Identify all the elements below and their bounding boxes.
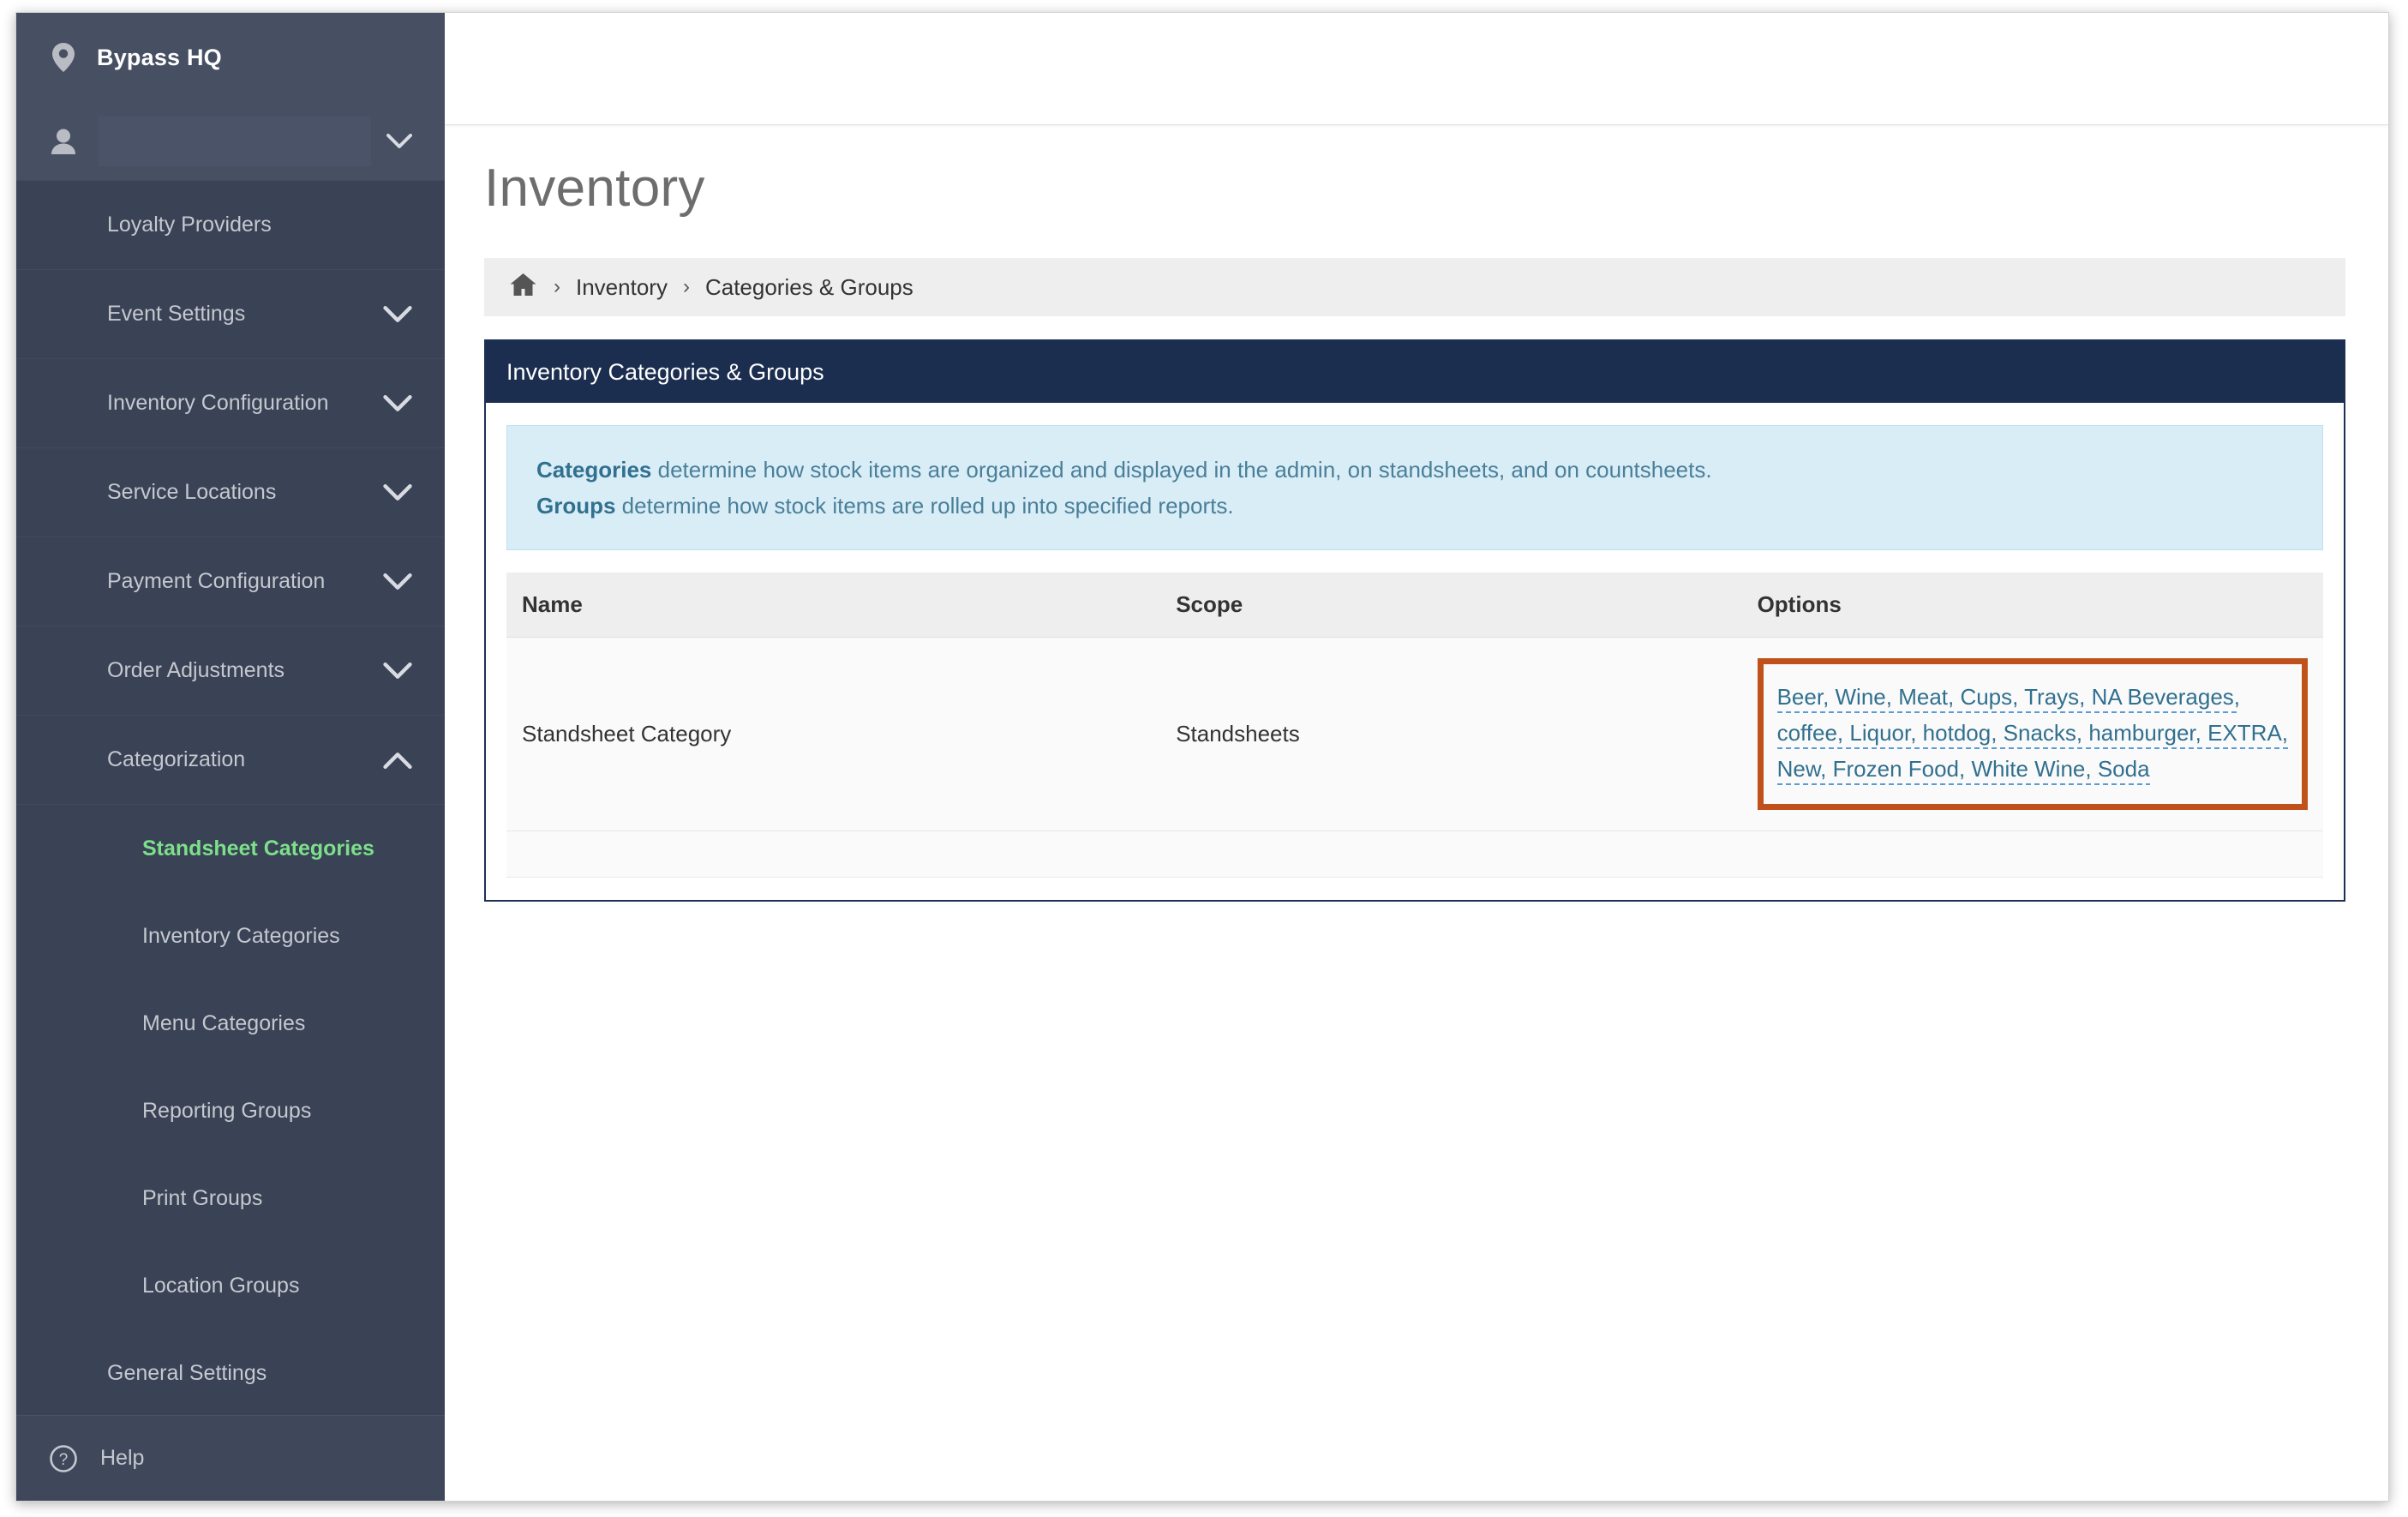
sidebar-subitem-label: Standsheet Categories	[142, 836, 374, 860]
info-line-groups: Groups determine how stock items are rol…	[536, 488, 2293, 524]
sidebar-item-menu-categories[interactable]: Menu Categories	[16, 980, 445, 1067]
sidebar-item-help[interactable]: ? Help	[16, 1415, 445, 1501]
sidebar-item-reporting-groups[interactable]: Reporting Groups	[16, 1067, 445, 1154]
content-area: Inventory › Inventory › Categories & Gro…	[445, 158, 2388, 902]
chevron-down-icon[interactable]	[383, 394, 412, 412]
home-icon[interactable]	[510, 273, 536, 303]
page-title: Inventory	[484, 159, 705, 218]
sidebar-item-label: Order Adjustments	[107, 658, 285, 682]
sidebar-subitem-label: Menu Categories	[142, 1010, 306, 1035]
sidebar-item-label: Payment Configuration	[107, 569, 326, 593]
column-header-options: Options	[1741, 573, 2323, 639]
sidebar-item-standsheet-categories[interactable]: Standsheet Categories	[16, 805, 445, 892]
map-pin-icon	[52, 43, 75, 72]
chevron-down-icon[interactable]	[383, 662, 412, 680]
chevron-down-icon[interactable]	[386, 133, 412, 149]
application-window: Bypass HQ Loyalty Providers Event Settin…	[15, 12, 2389, 1502]
spacer-cell	[1741, 830, 2323, 878]
svg-text:?: ?	[59, 1451, 69, 1469]
sidebar-item-categorization[interactable]: Categorization	[16, 716, 445, 805]
breadcrumb-separator: ›	[682, 275, 690, 298]
sidebar-navigation: Loyalty Providers Event Settings Invento…	[16, 181, 445, 1418]
categories-table: Name Scope Options Standsheet Category S…	[506, 573, 2323, 878]
sidebar-user-selector[interactable]	[16, 102, 445, 181]
cell-options: Beer, Wine, Meat, Cups, Trays, NA Bevera…	[1741, 637, 2323, 831]
sidebar-brand[interactable]: Bypass HQ	[16, 13, 445, 102]
sidebar-item-payment-configuration[interactable]: Payment Configuration	[16, 537, 445, 627]
sidebar-subitem-label: Location Groups	[142, 1273, 300, 1298]
chevron-up-icon[interactable]	[383, 752, 412, 769]
table-header-row: Name Scope Options	[506, 573, 2323, 639]
sidebar-brand-label: Bypass HQ	[97, 44, 222, 70]
inventory-categories-card: Inventory Categories & Groups Categories…	[484, 339, 2345, 902]
card-body: Categories determine how stock items are…	[486, 403, 2344, 900]
info-alert: Categories determine how stock items are…	[506, 425, 2323, 551]
sidebar-item-print-groups[interactable]: Print Groups	[16, 1154, 445, 1242]
chevron-down-icon[interactable]	[383, 573, 412, 591]
info-groups-text: determine how stock items are rolled up …	[615, 493, 1234, 519]
sidebar-subitem-label: Inventory Categories	[142, 923, 340, 948]
sidebar-item-label: Categorization	[107, 747, 246, 771]
main-content: Inventory › Inventory › Categories & Gro…	[445, 13, 2388, 1501]
breadcrumb-separator: ›	[554, 275, 560, 298]
sidebar-item-label: Service Locations	[107, 480, 277, 504]
sidebar-item-location-groups[interactable]: Location Groups	[16, 1242, 445, 1329]
user-icon	[51, 128, 76, 155]
sidebar-subitem-label: Print Groups	[142, 1185, 263, 1210]
sidebar-item-event-settings[interactable]: Event Settings	[16, 270, 445, 359]
info-groups-label: Groups	[536, 493, 616, 519]
table-body: Standsheet Category Standsheets Beer, Wi…	[506, 637, 2323, 878]
column-header-name: Name	[506, 573, 1161, 639]
sidebar-item-order-adjustments[interactable]: Order Adjustments	[16, 627, 445, 716]
spacer-cell	[506, 830, 1161, 878]
sidebar-item-general-settings[interactable]: General Settings	[16, 1329, 445, 1418]
info-categories-text: determine how stock items are organized …	[651, 457, 1712, 483]
chevron-down-icon[interactable]	[383, 483, 412, 501]
chevron-down-icon[interactable]	[383, 305, 412, 323]
options-link[interactable]: Beer, Wine, Meat, Cups, Trays, NA Bevera…	[1776, 684, 2289, 786]
question-circle-icon: ?	[49, 1444, 78, 1473]
sidebar-item-label: General Settings	[107, 1361, 267, 1385]
table-spacer-row	[506, 830, 2323, 878]
info-categories-label: Categories	[536, 457, 652, 483]
sidebar-item-label: Event Settings	[107, 302, 246, 326]
sidebar-help-label: Help	[100, 1446, 145, 1470]
sidebar-item-label: Loyalty Providers	[107, 213, 272, 237]
sidebar-item-service-locations[interactable]: Service Locations	[16, 448, 445, 537]
info-line-categories: Categories determine how stock items are…	[536, 452, 2293, 488]
top-bar	[445, 13, 2388, 125]
card-header: Inventory Categories & Groups	[486, 341, 2344, 403]
sidebar-item-inventory-categories[interactable]: Inventory Categories	[16, 892, 445, 980]
sidebar-item-loyalty-providers[interactable]: Loyalty Providers	[16, 181, 445, 270]
cell-scope: Standsheets	[1160, 637, 1742, 831]
table-row: Standsheet Category Standsheets Beer, Wi…	[506, 637, 2323, 831]
cell-name: Standsheet Category	[506, 637, 1161, 831]
table-head: Name Scope Options	[506, 573, 2323, 639]
options-highlight-box: Beer, Wine, Meat, Cups, Trays, NA Bevera…	[1757, 658, 2308, 810]
breadcrumb-item-inventory[interactable]: Inventory	[576, 274, 668, 301]
column-header-scope: Scope	[1160, 573, 1742, 639]
sidebar-item-inventory-configuration[interactable]: Inventory Configuration	[16, 359, 445, 448]
sidebar: Bypass HQ Loyalty Providers Event Settin…	[16, 13, 445, 1501]
breadcrumb: › Inventory › Categories & Groups	[484, 258, 2345, 316]
sidebar-item-label: Inventory Configuration	[107, 391, 329, 415]
spacer-cell	[1160, 830, 1742, 878]
sidebar-subitem-label: Reporting Groups	[142, 1098, 312, 1123]
user-name-field[interactable]	[99, 116, 371, 166]
breadcrumb-item-categories-groups[interactable]: Categories & Groups	[705, 274, 913, 301]
